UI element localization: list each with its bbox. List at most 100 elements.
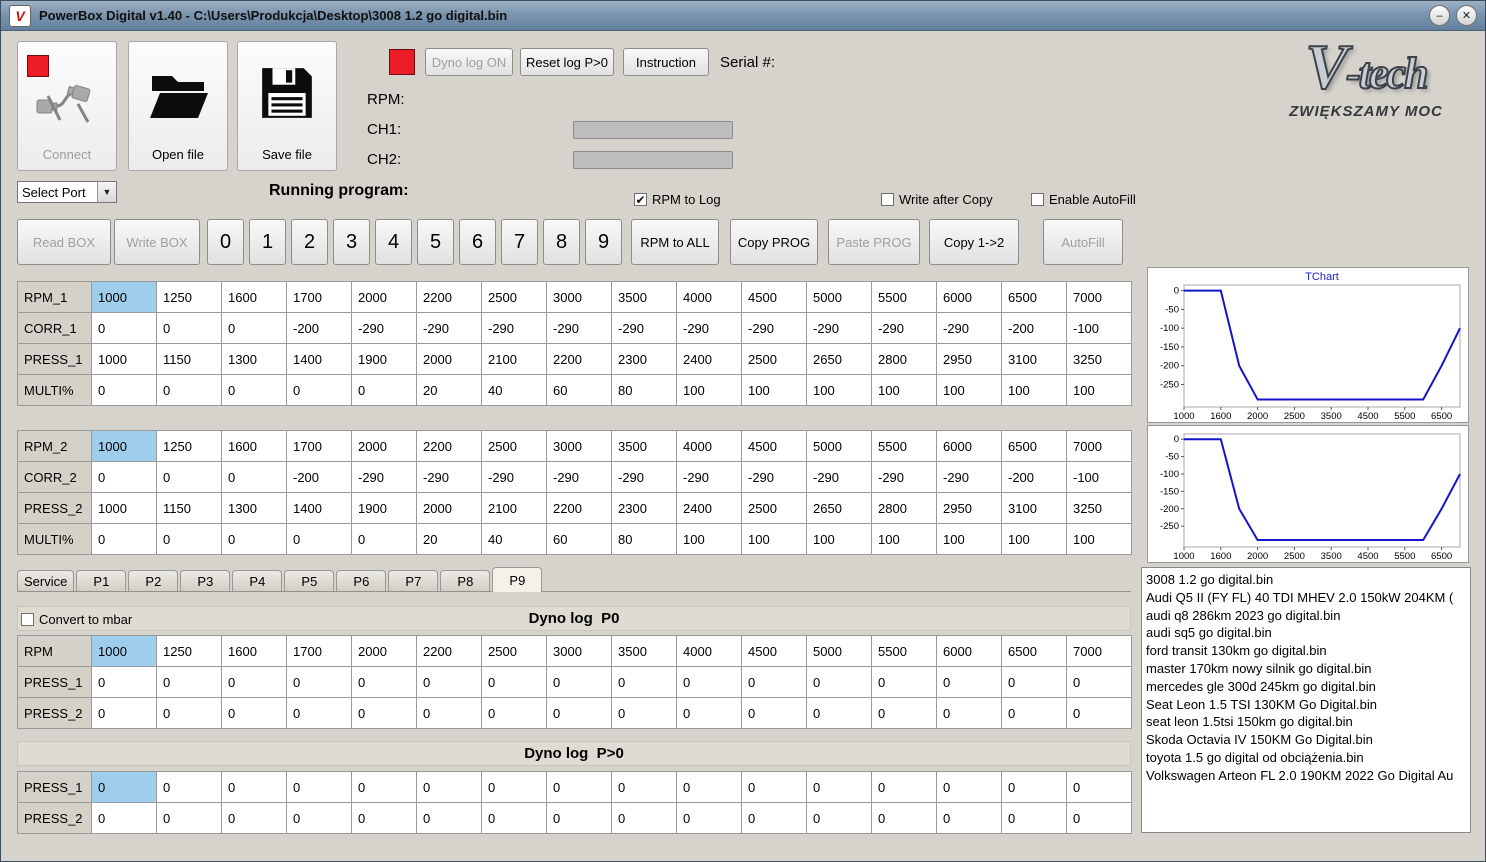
- table-cell[interactable]: 2500: [482, 636, 547, 667]
- table-cell[interactable]: 4000: [677, 636, 742, 667]
- table-cell[interactable]: 1400: [287, 493, 352, 524]
- table-cell[interactable]: 80: [612, 375, 677, 406]
- table-cell[interactable]: 100: [1002, 375, 1067, 406]
- file-list-item[interactable]: Seat Leon 1.5 TSI 130KM Go Digital.bin: [1146, 696, 1466, 714]
- table-cell[interactable]: 1150: [157, 493, 222, 524]
- table-cell[interactable]: 1000: [92, 431, 157, 462]
- table-cell[interactable]: 0: [1002, 803, 1067, 834]
- table-cell[interactable]: 0: [417, 667, 482, 698]
- tab-p2[interactable]: P2: [128, 570, 179, 591]
- table-cell[interactable]: 80: [612, 524, 677, 555]
- table-cell[interactable]: 0: [1067, 772, 1132, 803]
- table-cell[interactable]: 100: [937, 375, 1002, 406]
- table-cell[interactable]: 0: [937, 698, 1002, 729]
- table-cell[interactable]: 100: [807, 375, 872, 406]
- table-cell[interactable]: 2100: [482, 344, 547, 375]
- table-cell[interactable]: 2300: [612, 344, 677, 375]
- table-cell[interactable]: 7000: [1067, 431, 1132, 462]
- tab-p5[interactable]: P5: [284, 570, 335, 591]
- table-cell[interactable]: 0: [417, 698, 482, 729]
- program-button[interactable]: 7: [501, 219, 538, 265]
- table-cell[interactable]: 3500: [612, 282, 677, 313]
- table-cell[interactable]: 1700: [287, 282, 352, 313]
- table-cell[interactable]: 4000: [677, 431, 742, 462]
- table-cell[interactable]: 0: [287, 772, 352, 803]
- file-list-item[interactable]: Audi Q5 II (FY FL) 40 TDI MHEV 2.0 150kW…: [1146, 589, 1466, 607]
- table-cell[interactable]: 100: [742, 375, 807, 406]
- table-cell[interactable]: 0: [547, 772, 612, 803]
- table-cell[interactable]: 3250: [1067, 344, 1132, 375]
- table-cell[interactable]: 2400: [677, 344, 742, 375]
- table-cell[interactable]: -290: [742, 462, 807, 493]
- table-cell[interactable]: 2650: [807, 344, 872, 375]
- table-cell[interactable]: 0: [872, 772, 937, 803]
- table-cell[interactable]: 0: [222, 772, 287, 803]
- table-cell[interactable]: 0: [937, 772, 1002, 803]
- table-cell[interactable]: 2650: [807, 493, 872, 524]
- file-list-item[interactable]: audi sq5 go digital.bin: [1146, 624, 1466, 642]
- table-cell[interactable]: 0: [352, 524, 417, 555]
- table-cell[interactable]: 0: [222, 698, 287, 729]
- table-cell[interactable]: 0: [157, 803, 222, 834]
- table-cell[interactable]: 0: [92, 803, 157, 834]
- table-cell[interactable]: 3100: [1002, 493, 1067, 524]
- table-cell[interactable]: 100: [807, 524, 872, 555]
- table-cell[interactable]: 0: [92, 313, 157, 344]
- table-cell[interactable]: 0: [742, 772, 807, 803]
- paste-prog-button[interactable]: Paste PROG: [828, 219, 920, 265]
- open-file-button[interactable]: Open file: [128, 41, 228, 171]
- table-cell[interactable]: 2200: [417, 282, 482, 313]
- table-cell[interactable]: 0: [807, 667, 872, 698]
- file-list-item[interactable]: mercedes gle 300d 245km go digital.bin: [1146, 678, 1466, 696]
- program-button[interactable]: 6: [459, 219, 496, 265]
- table-cell[interactable]: 0: [807, 803, 872, 834]
- table-cell[interactable]: 0: [222, 524, 287, 555]
- table-cell[interactable]: 0: [807, 772, 872, 803]
- file-list-item[interactable]: Volkswagen Arteon FL 2.0 190KM 2022 Go D…: [1146, 767, 1466, 785]
- program-button[interactable]: 4: [375, 219, 412, 265]
- table-cell[interactable]: 0: [612, 772, 677, 803]
- table-cell[interactable]: 5500: [872, 431, 937, 462]
- write-after-copy-checkbox[interactable]: Write after Copy: [881, 192, 993, 207]
- table-cell[interactable]: 0: [677, 803, 742, 834]
- table-cell[interactable]: 0: [287, 667, 352, 698]
- table-cell[interactable]: 0: [1002, 772, 1067, 803]
- table-cell[interactable]: 0: [157, 698, 222, 729]
- minimize-button[interactable]: –: [1429, 5, 1450, 26]
- reset-log-button[interactable]: Reset log P>0: [520, 48, 614, 76]
- table-cell[interactable]: 0: [482, 803, 547, 834]
- program-button[interactable]: 2: [291, 219, 328, 265]
- tab-p9[interactable]: P9: [492, 567, 543, 592]
- table-cell[interactable]: 100: [677, 524, 742, 555]
- program-button[interactable]: 3: [333, 219, 370, 265]
- table-cell[interactable]: 2200: [417, 636, 482, 667]
- table-cell[interactable]: 0: [547, 698, 612, 729]
- table-cell[interactable]: 40: [482, 524, 547, 555]
- table-cell[interactable]: 0: [872, 698, 937, 729]
- table-cell[interactable]: 7000: [1067, 636, 1132, 667]
- table-cell[interactable]: 6000: [937, 636, 1002, 667]
- table-cell[interactable]: 0: [157, 313, 222, 344]
- table-cell[interactable]: 1300: [222, 344, 287, 375]
- table-cell[interactable]: 60: [547, 375, 612, 406]
- table-cell[interactable]: -290: [547, 313, 612, 344]
- table-cell[interactable]: 2200: [547, 344, 612, 375]
- file-list-item[interactable]: seat leon 1.5tsi 150km go digital.bin: [1146, 713, 1466, 731]
- table-cell[interactable]: 60: [547, 524, 612, 555]
- table-cell[interactable]: 0: [222, 375, 287, 406]
- table-cell[interactable]: 0: [1002, 667, 1067, 698]
- table-cell[interactable]: 3500: [612, 431, 677, 462]
- table-cell[interactable]: 0: [92, 667, 157, 698]
- table-cell[interactable]: 3500: [612, 636, 677, 667]
- table-cell[interactable]: 0: [547, 667, 612, 698]
- table-cell[interactable]: 0: [157, 667, 222, 698]
- program-button[interactable]: 9: [585, 219, 622, 265]
- table-cell[interactable]: 100: [677, 375, 742, 406]
- copy-1-to-2-button[interactable]: Copy 1->2: [929, 219, 1019, 265]
- file-list-item[interactable]: 3008 1.2 go digital.bin: [1146, 571, 1466, 589]
- table-cell[interactable]: 2500: [482, 431, 547, 462]
- table-cell[interactable]: 2800: [872, 344, 937, 375]
- table-cell[interactable]: 0: [742, 667, 807, 698]
- table-cell[interactable]: 0: [482, 698, 547, 729]
- rpm-to-all-button[interactable]: RPM to ALL: [631, 219, 719, 265]
